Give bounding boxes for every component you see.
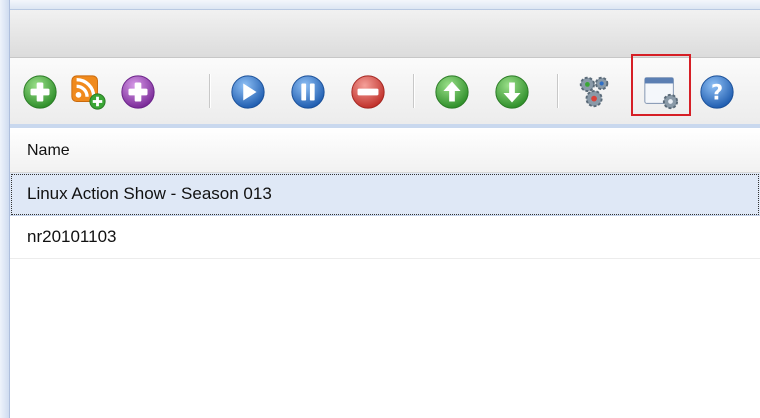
row-name: nr20101103 bbox=[27, 227, 117, 246]
toolbar: ? bbox=[10, 54, 760, 124]
move-down-button[interactable] bbox=[492, 72, 532, 112]
gears-icon bbox=[579, 76, 609, 108]
help-circle-icon: ? bbox=[700, 75, 734, 109]
header-band bbox=[10, 10, 760, 58]
remove-button[interactable] bbox=[348, 72, 388, 112]
start-button[interactable] bbox=[228, 72, 268, 112]
add-item-button[interactable] bbox=[118, 72, 158, 112]
window-top-edge bbox=[0, 0, 760, 10]
plus-circle-icon bbox=[121, 75, 155, 109]
table-row[interactable]: Linux Action Show - Season 013 bbox=[10, 173, 760, 216]
highlight-annotation bbox=[631, 54, 691, 116]
move-up-button[interactable] bbox=[432, 72, 472, 112]
row-name: Linux Action Show - Season 013 bbox=[27, 184, 272, 203]
toolbar-separator bbox=[209, 74, 211, 108]
table-row[interactable]: nr20101103 bbox=[10, 216, 760, 259]
settings-button[interactable] bbox=[575, 72, 615, 112]
toolbar-separator bbox=[557, 74, 559, 108]
play-icon bbox=[231, 75, 265, 109]
torrent-table: Name Linux Action Show - Season 013 nr20… bbox=[10, 128, 760, 418]
column-header-label: Name bbox=[27, 142, 70, 159]
minus-circle-icon bbox=[351, 75, 385, 109]
pause-button[interactable] bbox=[288, 72, 328, 112]
column-header-name[interactable]: Name bbox=[10, 128, 760, 173]
rss-plus-icon bbox=[71, 75, 106, 110]
help-button[interactable]: ? bbox=[697, 72, 737, 112]
window-left-edge bbox=[0, 0, 10, 418]
arrow-down-circle-icon bbox=[495, 75, 529, 109]
app-window: ? Name Linux Action Show - Season 013 nr… bbox=[0, 0, 760, 418]
add-rss-feed-button[interactable] bbox=[68, 72, 108, 112]
pause-icon bbox=[291, 75, 325, 109]
plus-circle-icon bbox=[23, 75, 57, 109]
add-torrent-button[interactable] bbox=[20, 72, 60, 112]
arrow-up-circle-icon bbox=[435, 75, 469, 109]
toolbar-separator bbox=[413, 74, 415, 108]
svg-text:?: ? bbox=[711, 81, 723, 105]
